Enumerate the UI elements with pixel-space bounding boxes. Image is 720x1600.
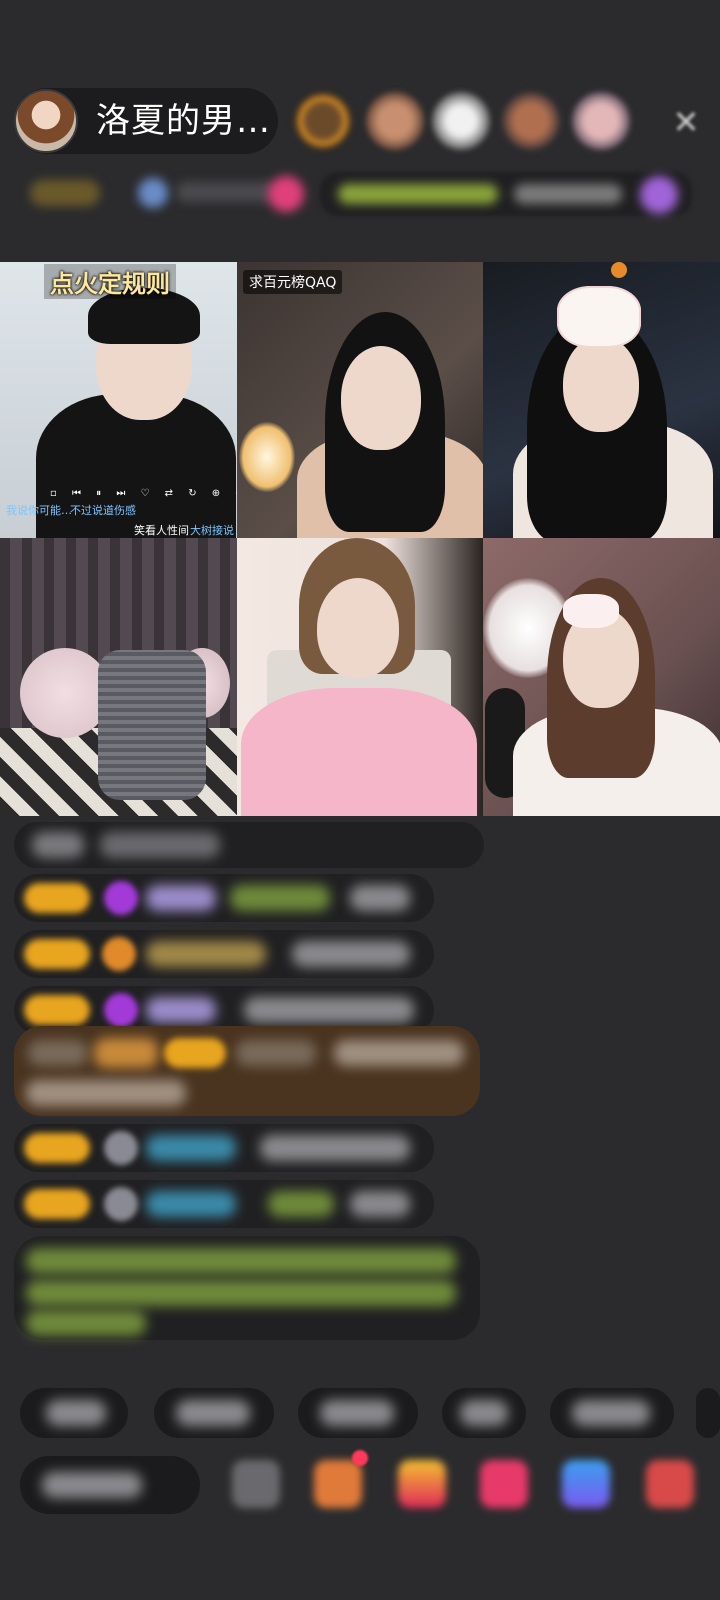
video-tile-2[interactable]: 求百元榜QAQ (237, 262, 483, 538)
viewer-avatar-1[interactable] (294, 92, 352, 150)
chat-list[interactable] (0, 816, 720, 1376)
anchor-avatar[interactable] (14, 89, 78, 153)
video-tile-4[interactable] (0, 538, 237, 816)
chair-icon (98, 650, 206, 800)
viewer-avatar-2[interactable] (366, 92, 424, 150)
viewer-avatar-5[interactable] (572, 92, 630, 150)
video-tile-1[interactable]: 点火定规则 我说你可能… 不过说道伤感 笑看人性间 大树接说 ▫ ⏮ ⏸ ⏭ ♡… (0, 262, 237, 538)
tile-overlay-text: 不过说道伤感 (70, 504, 136, 517)
notification-dot (352, 1450, 368, 1466)
viewer-avatar-4[interactable] (502, 92, 560, 150)
chat-message (14, 1180, 434, 1228)
fan-club-icon[interactable] (480, 1460, 528, 1508)
bunny-sticker-icon (557, 286, 641, 348)
quick-reply-chip[interactable] (154, 1388, 274, 1438)
quick-reply-chip[interactable] (442, 1388, 526, 1438)
gift-box-icon[interactable] (314, 1460, 362, 1508)
tile-overlay-text: 我说你可能… (6, 504, 72, 517)
chat-message (14, 874, 434, 922)
emoji-icon[interactable] (232, 1460, 280, 1508)
video-tile-6[interactable] (483, 538, 720, 816)
room-info-row (20, 172, 700, 216)
multi-guest-video-grid: 点火定规则 我说你可能… 不过说道伤感 笑看人性间 大树接说 ▫ ⏮ ⏸ ⏭ ♡… (0, 262, 720, 816)
viewer-avatar-3[interactable] (432, 92, 490, 150)
anchor-name: 洛夏的男… (96, 101, 271, 141)
chat-message (14, 822, 484, 868)
chat-message (14, 1124, 434, 1172)
activity-icon[interactable] (562, 1460, 610, 1508)
quick-reply-chip[interactable] (696, 1388, 720, 1438)
video-tile-3[interactable] (483, 262, 720, 538)
video-tile-5[interactable] (237, 538, 483, 816)
tile-overlay-text: 大树接说 (190, 524, 234, 537)
ranking-icon[interactable] (398, 1460, 446, 1508)
more-icon[interactable] (646, 1460, 694, 1508)
comment-input[interactable] (20, 1456, 200, 1514)
player-controls-icon: ▫ ⏮ ⏸ ⏭ ♡ ⇄ ↻ ⊕ ⋯ (50, 488, 237, 499)
quick-reply-chip[interactable] (20, 1388, 128, 1438)
chat-system-notice (14, 1236, 480, 1340)
quick-reply-chip[interactable] (550, 1388, 674, 1438)
tile-overlay-text: 笑看人性间 (134, 524, 189, 537)
chat-message (14, 930, 434, 978)
close-icon[interactable]: ✕ (664, 100, 708, 144)
tile-tag: 求百元榜QAQ (243, 270, 343, 294)
tile-title: 点火定规则 (44, 264, 176, 299)
bunny-hairclip-icon (563, 594, 619, 628)
chat-message-highlight (14, 1026, 480, 1116)
anchor-info-pill[interactable]: 洛夏的男… (14, 88, 278, 154)
quick-reply-chip[interactable] (298, 1388, 418, 1438)
